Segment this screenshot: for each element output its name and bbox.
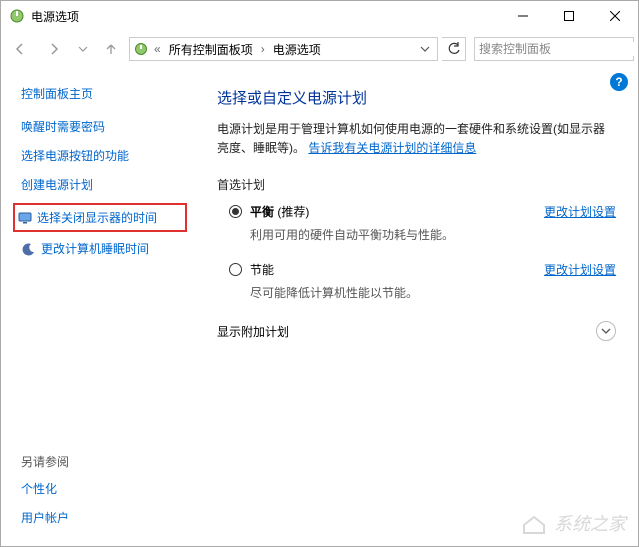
sidebar-link-sleep-time[interactable]: 更改计算机睡眠时间 (21, 240, 185, 257)
sidebar-link-display-off-time[interactable]: 选择关闭显示器的时间 (13, 203, 187, 232)
addressbar[interactable]: « 所有控制面板项 › 电源选项 (129, 37, 438, 61)
plan-name: 平衡 (推荐) (250, 203, 309, 220)
chevron-right-icon: › (259, 42, 267, 56)
plan-power-saver: 节能 更改计划设置 尽可能降低计算机性能以节能。 (229, 261, 616, 301)
learn-more-link[interactable]: 告诉我有关电源计划的详细信息 (308, 141, 476, 155)
breadcrumb: 所有控制面板项 › 电源选项 (165, 39, 413, 60)
power-options-icon (9, 8, 25, 24)
search-input[interactable] (479, 42, 634, 56)
expand-additional-button[interactable] (596, 321, 616, 341)
change-plan-settings-link[interactable]: 更改计划设置 (544, 203, 616, 220)
up-button[interactable] (97, 35, 125, 63)
change-plan-settings-link[interactable]: 更改计划设置 (544, 261, 616, 278)
sidebar-item-label: 选择电源按钮的功能 (21, 147, 129, 164)
back-button[interactable] (5, 34, 35, 64)
page-title: 选择或自定义电源计划 (217, 87, 616, 108)
monitor-icon (17, 210, 33, 226)
navbar: « 所有控制面板项 › 电源选项 (1, 31, 638, 67)
plan-description: 利用可用的硬件自动平衡功耗与性能。 (250, 226, 616, 243)
plan-description: 尽可能降低计算机性能以节能。 (250, 284, 616, 301)
moon-icon (21, 241, 37, 257)
sidebar-item-label: 个性化 (21, 480, 57, 497)
content: 控制面板主页 唤醒时需要密码 选择电源按钮的功能 创建电源计划 选择关闭显示器的… (1, 67, 638, 546)
forward-button[interactable] (39, 34, 69, 64)
plan-balanced-radio[interactable] (229, 205, 242, 218)
sidebar-item-label: 更改计算机睡眠时间 (41, 240, 149, 257)
breadcrumb-item[interactable]: 所有控制面板项 (165, 39, 257, 60)
control-panel-home-link[interactable]: 控制面板主页 (21, 85, 185, 102)
recent-locations-button[interactable] (73, 34, 93, 64)
close-button[interactable] (592, 1, 638, 31)
sidebar-item-label: 创建电源计划 (21, 176, 93, 193)
breadcrumb-prefix: « (152, 42, 163, 56)
breadcrumb-item[interactable]: 电源选项 (269, 39, 325, 60)
main-panel: 选择或自定义电源计划 电源计划是用于管理计算机如何使用电源的一套硬件和系统设置(… (191, 67, 638, 546)
sidebar: 控制面板主页 唤醒时需要密码 选择电源按钮的功能 创建电源计划 选择关闭显示器的… (1, 67, 191, 546)
location-icon (132, 40, 150, 58)
sidebar-link-power-button[interactable]: 选择电源按钮的功能 (21, 147, 185, 164)
sidebar-link-wake-password[interactable]: 唤醒时需要密码 (21, 118, 185, 135)
sidebar-link-create-plan[interactable]: 创建电源计划 (21, 176, 185, 193)
minimize-button[interactable] (500, 1, 546, 31)
plan-name: 节能 (250, 261, 274, 278)
searchbox[interactable] (474, 37, 634, 61)
preferred-plans-heading: 首选计划 (217, 176, 616, 193)
sidebar-item-label: 选择关闭显示器的时间 (37, 209, 157, 226)
sidebar-item-label: 唤醒时需要密码 (21, 118, 105, 135)
page-description: 电源计划是用于管理计算机如何使用电源的一套硬件和系统设置(如显示器亮度、睡眠等)… (217, 120, 616, 158)
address-dropdown-button[interactable] (415, 44, 435, 54)
see-also-heading: 另请参阅 (21, 453, 185, 470)
seealso-user-accounts[interactable]: 用户帐户 (21, 509, 185, 526)
seealso-personalization[interactable]: 个性化 (21, 480, 185, 497)
sidebar-item-label: 用户帐户 (21, 509, 69, 526)
plan-balanced: 平衡 (推荐) 更改计划设置 利用可用的硬件自动平衡功耗与性能。 (229, 203, 616, 243)
maximize-button[interactable] (546, 1, 592, 31)
window-controls (500, 1, 638, 31)
plan-power-saver-radio[interactable] (229, 263, 242, 276)
window-title: 电源选项 (31, 8, 500, 25)
additional-plans-row: 显示附加计划 (217, 321, 616, 341)
refresh-button[interactable] (442, 37, 466, 61)
titlebar: 电源选项 (1, 1, 638, 31)
additional-plans-heading: 显示附加计划 (217, 323, 289, 340)
